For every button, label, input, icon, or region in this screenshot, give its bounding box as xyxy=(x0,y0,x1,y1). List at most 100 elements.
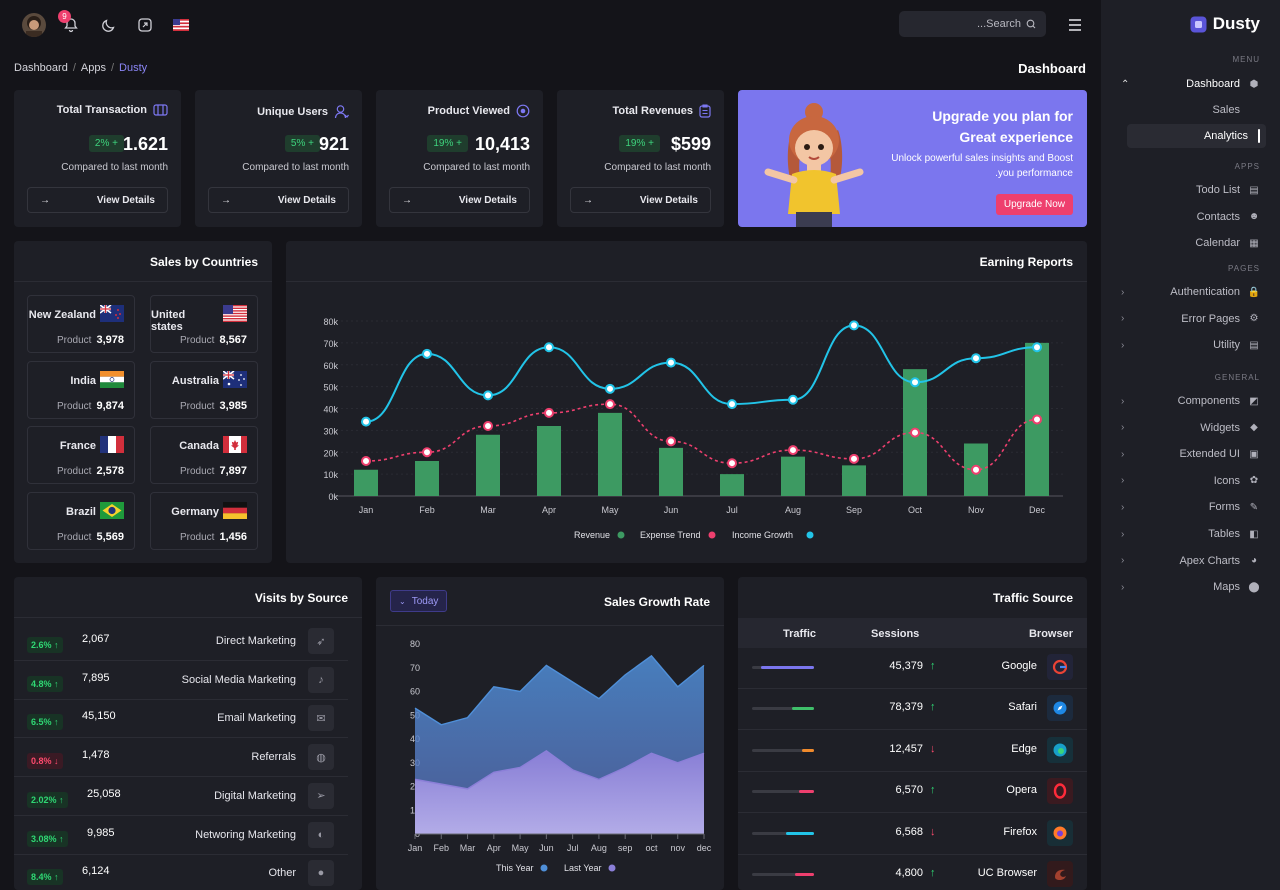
sidebar-item-error-pages[interactable]: › Error Pages ⚙ xyxy=(1121,308,1260,330)
eye-icon xyxy=(516,104,530,118)
sidebar-item-components[interactable]: › Components ◩ xyxy=(1121,390,1260,412)
income-point[interactable] xyxy=(971,353,981,364)
search-box[interactable]: ...Search xyxy=(899,11,1046,37)
sidebar-item-label: Authentication xyxy=(1170,286,1240,298)
income-point[interactable] xyxy=(361,416,371,427)
table-icon: ◧ xyxy=(1249,528,1259,540)
breadcrumb-dashboard[interactable]: Dashboard xyxy=(14,62,68,74)
y-tick-label: 70 xyxy=(410,663,420,673)
expense-point[interactable] xyxy=(666,436,676,447)
income-point[interactable] xyxy=(849,320,859,331)
view-details-button[interactable]: → View Details xyxy=(570,187,711,213)
revenue-bar[interactable] xyxy=(720,474,744,496)
brand-logo[interactable]: Dusty xyxy=(1190,14,1260,34)
upgrade-now-button[interactable]: Upgrade Now xyxy=(995,194,1073,215)
traffic-row[interactable]: 6,568 ↓ Firefox xyxy=(738,814,1087,855)
visit-source-row[interactable]: 4.8% ↑ 7,895 Social Media Marketing ♪ xyxy=(14,662,348,700)
revenue-bar[interactable] xyxy=(598,412,622,496)
sidebar-item-utility[interactable]: › Utility ▤ xyxy=(1121,334,1260,356)
income-point[interactable] xyxy=(483,390,493,401)
revenue-bar[interactable] xyxy=(415,461,439,496)
language-button[interactable] xyxy=(170,14,192,36)
income-point[interactable] xyxy=(544,342,554,353)
expense-point[interactable] xyxy=(971,464,981,475)
sidebar-item-tables[interactable]: › Tables ◧ xyxy=(1121,523,1260,545)
sidebar-item-contacts[interactable]: Contacts ☻ xyxy=(1121,206,1260,228)
theme-toggle-button[interactable] xyxy=(98,14,120,36)
visit-count: 45,150 xyxy=(82,710,116,723)
traffic-row[interactable]: 45,379 ↑ Google xyxy=(738,648,1087,689)
expense-point[interactable] xyxy=(788,445,798,456)
revenue-bar[interactable] xyxy=(537,426,561,496)
income-point[interactable] xyxy=(788,394,798,405)
sidebar-item-sales[interactable]: Sales xyxy=(1121,99,1260,121)
sidebar-item-analytics[interactable]: Analytics xyxy=(1127,124,1266,148)
visit-source-row[interactable]: 3.08% ↑ 9,985 Networing Marketing ◐ xyxy=(14,817,348,855)
revenue-bar[interactable] xyxy=(354,469,378,496)
visit-source-row[interactable]: 2.6% ↑ 2,067 Direct Marketing ➶ xyxy=(14,623,348,661)
expense-point[interactable] xyxy=(544,407,554,418)
revenue-bar[interactable] xyxy=(659,447,683,496)
globe-icon: ◍ xyxy=(308,744,334,771)
view-details-label: View Details xyxy=(639,194,698,206)
expense-point[interactable] xyxy=(483,421,493,431)
expense-point[interactable] xyxy=(361,456,371,466)
sidebar-item-icons[interactable]: › Icons ✿ xyxy=(1121,470,1260,492)
expense-point[interactable] xyxy=(422,447,432,458)
sidebar-item-authentication[interactable]: › Authentication 🔒 xyxy=(1121,281,1260,303)
country-name: France xyxy=(59,440,96,452)
sidebar-item-todo-list[interactable]: Todo List ▤ xyxy=(1121,179,1260,201)
sidebar-item-forms[interactable]: › Forms ✎ xyxy=(1121,496,1260,518)
visit-source-row[interactable]: 6.5% ↑ 45,150 Email Marketing ✉ xyxy=(14,700,348,739)
income-point[interactable] xyxy=(910,377,920,388)
fullscreen-button[interactable] xyxy=(134,14,156,36)
expense-point[interactable] xyxy=(1032,414,1042,425)
menu-toggle-button[interactable] xyxy=(1064,14,1086,36)
chevron-right-icon: › xyxy=(1121,313,1125,324)
country-product: Product 3,978 xyxy=(57,334,124,346)
visit-source-row[interactable]: 8.4% ↑ 6,124 Other ● xyxy=(14,855,348,890)
product-value: 8,567 xyxy=(219,334,247,346)
expense-point[interactable] xyxy=(849,453,859,464)
stat-compare: Compared to last month xyxy=(61,162,168,173)
stat-title-text: Product Viewed xyxy=(427,105,510,117)
product-label: Product xyxy=(180,466,215,477)
income-point[interactable] xyxy=(605,383,615,394)
expense-point[interactable] xyxy=(605,399,615,410)
traffic-row[interactable]: 78,379 ↑ Safari xyxy=(738,689,1087,731)
view-details-button[interactable]: → View Details xyxy=(208,187,349,213)
income-point[interactable] xyxy=(1032,342,1042,353)
traffic-row[interactable]: 4,800 ↑ UC Browser xyxy=(738,855,1087,890)
traffic-progress xyxy=(752,831,814,835)
list-icon: ▤ xyxy=(1249,184,1259,196)
sidebar-item-maps[interactable]: › Maps ⬤ xyxy=(1121,576,1260,598)
revenue-bar[interactable] xyxy=(842,465,866,496)
income-point[interactable] xyxy=(666,357,676,368)
sidebar-item-extended-ui[interactable]: › Extended UI ▣ xyxy=(1121,443,1260,465)
traffic-row[interactable]: 12,457 ↓ Edge xyxy=(738,731,1087,772)
arrow-right-icon: → xyxy=(583,194,593,206)
expense-point[interactable] xyxy=(910,427,920,438)
user-avatar[interactable] xyxy=(22,13,46,37)
sidebar-item-dashboard[interactable]: ⌃ Dashboard ⬢ xyxy=(1121,73,1260,95)
revenue-bar[interactable] xyxy=(476,434,500,496)
country-card-de: Germany Product 1,456 xyxy=(150,491,258,550)
sidebar-item-widgets[interactable]: › Widgets ◆ xyxy=(1121,417,1260,439)
breadcrumb-apps[interactable]: Apps xyxy=(81,62,106,74)
x-tick-label: Feb xyxy=(434,843,450,853)
sidebar-item-apex-charts[interactable]: › Apex Charts ◕ xyxy=(1121,550,1260,572)
view-details-button[interactable]: → View Details xyxy=(27,187,168,213)
income-point[interactable] xyxy=(422,348,432,359)
visit-source-row[interactable]: 2.02% ↑ 25,058 Digital Marketing ➢ xyxy=(14,778,348,816)
visit-source-row[interactable]: 0.8% ↓ 1,478 Referrals ◍ xyxy=(14,739,348,778)
y-tick-label: 0k xyxy=(328,492,338,502)
traffic-row[interactable]: 6,570 ↑ Opera xyxy=(738,772,1087,814)
music-icon: ♪ xyxy=(308,666,334,693)
notification-button[interactable]: 9 xyxy=(58,10,82,36)
search-input[interactable]: ...Search xyxy=(977,18,1021,30)
sidebar-item-calendar[interactable]: Calendar ▦ xyxy=(1121,232,1260,254)
revenue-bar[interactable] xyxy=(781,456,805,496)
view-details-button[interactable]: → View Details xyxy=(389,187,530,213)
income-point[interactable] xyxy=(727,399,737,410)
expense-point[interactable] xyxy=(727,458,737,469)
